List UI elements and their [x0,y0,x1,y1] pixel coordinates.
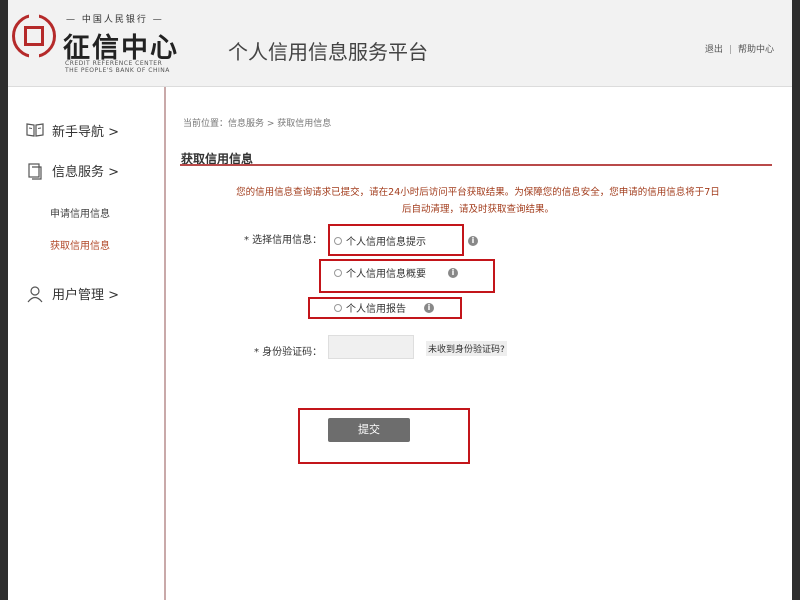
sidebar-item-label: 新手导航 > [52,125,120,140]
highlight-box-submit [298,408,470,464]
logo-top-text: — 中国人民银行 — [66,15,164,25]
notice-line-1: 您的信用信息查询请求已提交，请在24小时后访问平台获取结果。为保障您的信息安全，… [236,187,720,198]
user-icon [26,285,44,303]
logo-icon [12,14,56,58]
code-not-received-link[interactable]: 未收到身份验证码? [426,341,507,356]
header-separator: | [728,45,732,55]
highlight-box-option-3 [308,297,462,319]
sidebar-item-label: 用户管理 > [52,288,120,303]
sidebar-item-beginner-guide[interactable]: 新手导航 > [26,121,119,140]
notice-line-2: 后自动清理，请及时获取查询结果。 [401,204,554,215]
sidebar: 新手导航 > 信息服务 > 申请信用信息 获取信用信息 用户管理 > [8,87,166,600]
verification-code-label: * 身份验证码： [254,347,323,358]
notice-message: 您的信用信息查询请求已提交，请在24小时后访问平台获取结果。为保障您的信息安全，… [196,184,760,218]
sidebar-subitem-apply[interactable]: 申请信用信息 [50,205,110,220]
info-icon[interactable]: i [468,235,478,246]
header-links: 退出 | 帮助中心 [705,42,774,55]
logo-english-line1: CREDIT REFERENCE CENTER [65,60,163,67]
sidebar-subitem-get-info[interactable]: 获取信用信息 [50,237,110,252]
help-center-link[interactable]: 帮助中心 [738,45,774,55]
platform-title: 个人信用信息服务平台 [228,40,428,64]
header: — 中国人民银行 — 征信中心 CREDIT REFERENCE CENTER … [8,0,792,87]
breadcrumb: 当前位置：信息服务 > 获取信用信息 [183,119,332,129]
highlight-box-option-1 [328,224,464,256]
book-icon [26,122,44,140]
logo-english-line2: THE PEOPLE'S BANK OF CHINA [65,67,170,74]
logout-link[interactable]: 退出 [705,45,723,55]
select-info-label: * 选择信用信息： [244,235,323,246]
highlight-box-option-2 [319,259,495,293]
verification-code-input[interactable] [328,335,414,359]
document-icon [26,162,44,180]
sidebar-item-user-management[interactable]: 用户管理 > [26,284,119,303]
title-divider [180,164,772,166]
sidebar-item-info-service[interactable]: 信息服务 > [26,161,119,180]
sidebar-item-label: 信息服务 > [52,165,120,180]
page: — 中国人民银行 — 征信中心 CREDIT REFERENCE CENTER … [8,0,792,600]
